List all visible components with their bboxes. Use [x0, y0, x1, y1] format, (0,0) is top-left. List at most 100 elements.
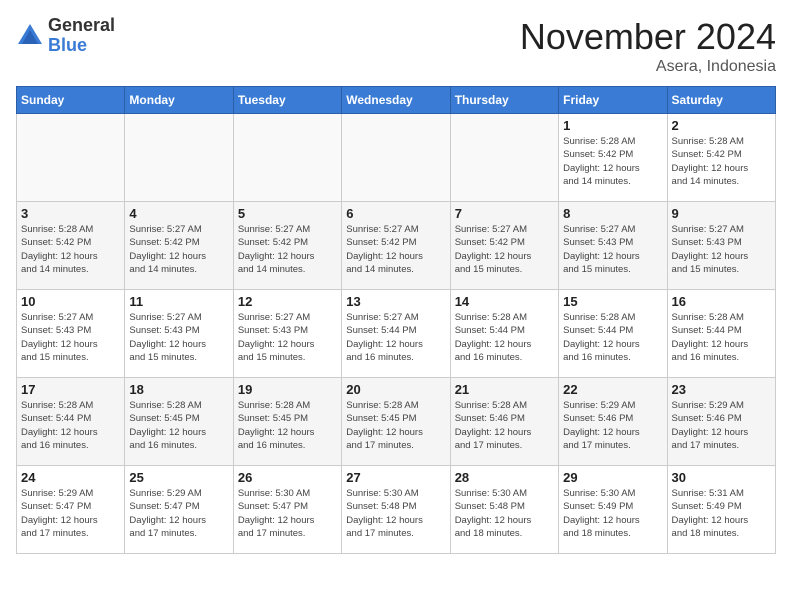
- column-header-tuesday: Tuesday: [233, 87, 341, 114]
- day-number: 29: [563, 470, 662, 485]
- calendar-cell: 3 Sunrise: 5:28 AM Sunset: 5:42 PM Daylig…: [17, 202, 125, 290]
- day-info: Sunrise: 5:30 AM Sunset: 5:48 PM Dayligh…: [455, 487, 554, 540]
- day-number: 22: [563, 382, 662, 397]
- day-number: 12: [238, 294, 337, 309]
- day-info: Sunrise: 5:27 AM Sunset: 5:43 PM Dayligh…: [672, 223, 771, 276]
- day-info: Sunrise: 5:29 AM Sunset: 5:46 PM Dayligh…: [672, 399, 771, 452]
- calendar-week-row: 24 Sunrise: 5:29 AM Sunset: 5:47 PM Dayli…: [17, 466, 776, 554]
- calendar-cell: 8 Sunrise: 5:27 AM Sunset: 5:43 PM Daylig…: [559, 202, 667, 290]
- day-info: Sunrise: 5:27 AM Sunset: 5:42 PM Dayligh…: [129, 223, 228, 276]
- calendar-cell: [125, 114, 233, 202]
- day-info: Sunrise: 5:28 AM Sunset: 5:44 PM Dayligh…: [455, 311, 554, 364]
- day-number: 5: [238, 206, 337, 221]
- calendar-header-row: SundayMondayTuesdayWednesdayThursdayFrid…: [17, 87, 776, 114]
- calendar-cell: 13 Sunrise: 5:27 AM Sunset: 5:44 PM Dayli…: [342, 290, 450, 378]
- day-info: Sunrise: 5:27 AM Sunset: 5:44 PM Dayligh…: [346, 311, 445, 364]
- location: Asera, Indonesia: [520, 58, 776, 76]
- day-info: Sunrise: 5:27 AM Sunset: 5:43 PM Dayligh…: [129, 311, 228, 364]
- day-number: 1: [563, 118, 662, 133]
- day-number: 23: [672, 382, 771, 397]
- day-info: Sunrise: 5:28 AM Sunset: 5:42 PM Dayligh…: [672, 135, 771, 188]
- logo-icon: [16, 22, 44, 50]
- calendar-cell: 7 Sunrise: 5:27 AM Sunset: 5:42 PM Daylig…: [450, 202, 558, 290]
- calendar-cell: 2 Sunrise: 5:28 AM Sunset: 5:42 PM Daylig…: [667, 114, 775, 202]
- day-info: Sunrise: 5:27 AM Sunset: 5:43 PM Dayligh…: [238, 311, 337, 364]
- column-header-wednesday: Wednesday: [342, 87, 450, 114]
- day-number: 18: [129, 382, 228, 397]
- title-block: November 2024 Asera, Indonesia: [520, 16, 776, 76]
- day-number: 13: [346, 294, 445, 309]
- day-number: 6: [346, 206, 445, 221]
- day-number: 4: [129, 206, 228, 221]
- day-number: 24: [21, 470, 120, 485]
- day-number: 10: [21, 294, 120, 309]
- calendar-cell: 27 Sunrise: 5:30 AM Sunset: 5:48 PM Dayli…: [342, 466, 450, 554]
- day-number: 3: [21, 206, 120, 221]
- calendar-week-row: 10 Sunrise: 5:27 AM Sunset: 5:43 PM Dayli…: [17, 290, 776, 378]
- page-header: General Blue November 2024 Asera, Indone…: [16, 16, 776, 76]
- calendar-cell: [17, 114, 125, 202]
- day-info: Sunrise: 5:30 AM Sunset: 5:48 PM Dayligh…: [346, 487, 445, 540]
- calendar-cell: 17 Sunrise: 5:28 AM Sunset: 5:44 PM Dayli…: [17, 378, 125, 466]
- day-number: 21: [455, 382, 554, 397]
- calendar-cell: 25 Sunrise: 5:29 AM Sunset: 5:47 PM Dayli…: [125, 466, 233, 554]
- column-header-thursday: Thursday: [450, 87, 558, 114]
- day-info: Sunrise: 5:29 AM Sunset: 5:46 PM Dayligh…: [563, 399, 662, 452]
- calendar-cell: 4 Sunrise: 5:27 AM Sunset: 5:42 PM Daylig…: [125, 202, 233, 290]
- calendar-cell: 30 Sunrise: 5:31 AM Sunset: 5:49 PM Dayli…: [667, 466, 775, 554]
- day-number: 30: [672, 470, 771, 485]
- calendar-cell: 29Sunrise: 5:30 AM Sunset: 5:49 PM Dayli…: [559, 466, 667, 554]
- day-info: Sunrise: 5:28 AM Sunset: 5:45 PM Dayligh…: [238, 399, 337, 452]
- calendar-week-row: 1 Sunrise: 5:28 AM Sunset: 5:42 PM Daylig…: [17, 114, 776, 202]
- day-info: Sunrise: 5:27 AM Sunset: 5:43 PM Dayligh…: [563, 223, 662, 276]
- day-number: 2: [672, 118, 771, 133]
- calendar-table: SundayMondayTuesdayWednesdayThursdayFrid…: [16, 86, 776, 554]
- day-info: Sunrise: 5:28 AM Sunset: 5:46 PM Dayligh…: [455, 399, 554, 452]
- day-info: Sunrise: 5:28 AM Sunset: 5:45 PM Dayligh…: [129, 399, 228, 452]
- calendar-cell: 5Sunrise: 5:27 AM Sunset: 5:42 PM Daylig…: [233, 202, 341, 290]
- calendar-week-row: 3 Sunrise: 5:28 AM Sunset: 5:42 PM Daylig…: [17, 202, 776, 290]
- day-info: Sunrise: 5:28 AM Sunset: 5:44 PM Dayligh…: [672, 311, 771, 364]
- logo-general-text: General: [48, 16, 115, 36]
- day-number: 16: [672, 294, 771, 309]
- calendar-cell: 16 Sunrise: 5:28 AM Sunset: 5:44 PM Dayli…: [667, 290, 775, 378]
- calendar-cell: 9 Sunrise: 5:27 AM Sunset: 5:43 PM Daylig…: [667, 202, 775, 290]
- calendar-cell: 12 Sunrise: 5:27 AM Sunset: 5:43 PM Dayli…: [233, 290, 341, 378]
- day-number: 17: [21, 382, 120, 397]
- day-info: Sunrise: 5:27 AM Sunset: 5:43 PM Dayligh…: [21, 311, 120, 364]
- calendar-cell: 19Sunrise: 5:28 AM Sunset: 5:45 PM Dayli…: [233, 378, 341, 466]
- day-number: 25: [129, 470, 228, 485]
- day-info: Sunrise: 5:28 AM Sunset: 5:44 PM Dayligh…: [563, 311, 662, 364]
- day-info: Sunrise: 5:27 AM Sunset: 5:42 PM Dayligh…: [455, 223, 554, 276]
- day-number: 26: [238, 470, 337, 485]
- calendar-cell: 24Sunrise: 5:29 AM Sunset: 5:47 PM Dayli…: [17, 466, 125, 554]
- calendar-cell: [233, 114, 341, 202]
- calendar-cell: 23 Sunrise: 5:29 AM Sunset: 5:46 PM Dayli…: [667, 378, 775, 466]
- calendar-cell: 21 Sunrise: 5:28 AM Sunset: 5:46 PM Dayli…: [450, 378, 558, 466]
- calendar-cell: 15 Sunrise: 5:28 AM Sunset: 5:44 PM Dayli…: [559, 290, 667, 378]
- day-number: 15: [563, 294, 662, 309]
- calendar-cell: [450, 114, 558, 202]
- day-info: Sunrise: 5:30 AM Sunset: 5:47 PM Dayligh…: [238, 487, 337, 540]
- calendar-cell: 20Sunrise: 5:28 AM Sunset: 5:45 PM Dayli…: [342, 378, 450, 466]
- calendar-cell: 26 Sunrise: 5:30 AM Sunset: 5:47 PM Dayli…: [233, 466, 341, 554]
- day-number: 28: [455, 470, 554, 485]
- day-info: Sunrise: 5:29 AM Sunset: 5:47 PM Dayligh…: [129, 487, 228, 540]
- calendar-cell: 1Sunrise: 5:28 AM Sunset: 5:42 PM Daylig…: [559, 114, 667, 202]
- day-number: 8: [563, 206, 662, 221]
- logo: General Blue: [16, 16, 115, 56]
- day-number: 11: [129, 294, 228, 309]
- day-number: 7: [455, 206, 554, 221]
- calendar-cell: 28 Sunrise: 5:30 AM Sunset: 5:48 PM Dayli…: [450, 466, 558, 554]
- day-number: 9: [672, 206, 771, 221]
- day-info: Sunrise: 5:28 AM Sunset: 5:44 PM Dayligh…: [21, 399, 120, 452]
- calendar-cell: 18 Sunrise: 5:28 AM Sunset: 5:45 PM Dayli…: [125, 378, 233, 466]
- calendar-cell: 10 Sunrise: 5:27 AM Sunset: 5:43 PM Dayli…: [17, 290, 125, 378]
- day-info: Sunrise: 5:28 AM Sunset: 5:42 PM Dayligh…: [21, 223, 120, 276]
- calendar-cell: 6Sunrise: 5:27 AM Sunset: 5:42 PM Daylig…: [342, 202, 450, 290]
- day-info: Sunrise: 5:31 AM Sunset: 5:49 PM Dayligh…: [672, 487, 771, 540]
- column-header-friday: Friday: [559, 87, 667, 114]
- calendar-week-row: 17 Sunrise: 5:28 AM Sunset: 5:44 PM Dayli…: [17, 378, 776, 466]
- day-number: 27: [346, 470, 445, 485]
- calendar-cell: [342, 114, 450, 202]
